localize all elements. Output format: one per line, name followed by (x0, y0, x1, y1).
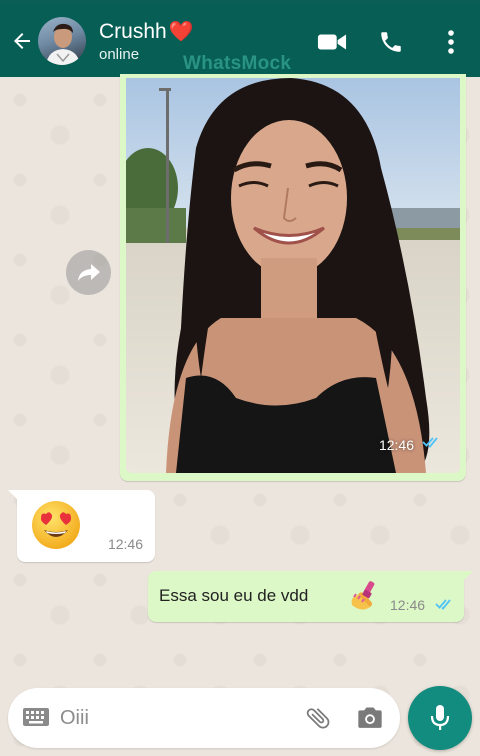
outgoing-text-message[interactable]: Essa sou eu de vdd 12:46 (148, 571, 473, 622)
video-call-icon[interactable] (317, 27, 347, 57)
photo-image[interactable]: 12:46 (126, 78, 460, 473)
read-ticks-icon (422, 435, 442, 453)
contact-name[interactable]: Crushh ❤️ (99, 19, 194, 44)
back-arrow-icon[interactable] (8, 27, 36, 55)
microphone-button[interactable] (408, 686, 472, 750)
image-time: 12:46 (378, 437, 414, 453)
message-time: 12:46 (107, 536, 143, 552)
camera-icon[interactable] (356, 705, 384, 736)
paperclip-icon[interactable] (304, 704, 332, 737)
heart-emoji: ❤️ (168, 21, 194, 43)
message-time: 12:46 (390, 597, 426, 613)
read-ticks-icon (435, 597, 455, 615)
watermark: WhatsMock (183, 53, 292, 74)
image-message[interactable]: 12:46 (120, 74, 466, 481)
nail-polish-emoji-icon (351, 581, 375, 610)
avatar[interactable] (38, 17, 86, 65)
microphone-icon (430, 705, 450, 730)
incoming-emoji-message[interactable]: 12:46 (8, 490, 155, 562)
message-input[interactable] (60, 705, 290, 731)
phone-icon[interactable] (376, 27, 406, 57)
contact-status: online (99, 46, 140, 63)
heart-eyes-emoji-icon (32, 501, 80, 549)
message-text: Essa sou eu de vdd (159, 586, 309, 605)
more-options-icon[interactable] (436, 27, 466, 57)
forward-arrow-icon (77, 263, 100, 281)
message-composer (8, 688, 400, 748)
forward-button[interactable] (66, 250, 111, 295)
keyboard-icon[interactable] (22, 706, 50, 733)
contact-name-text: Crushh (99, 19, 167, 43)
